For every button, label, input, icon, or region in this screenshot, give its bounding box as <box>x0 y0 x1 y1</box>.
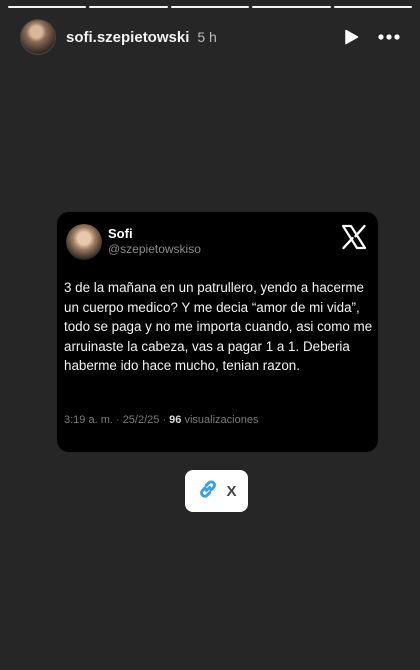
tweet-view-count: 96 <box>169 414 182 426</box>
tweet-author-name: Sofi <box>108 226 133 241</box>
progress-segment <box>8 6 87 8</box>
story-username[interactable]: sofi.szepietowski <box>66 29 189 46</box>
tweet-text: 3 de la mañana en un patrullero, yendo a… <box>64 280 373 374</box>
story-progress-bar <box>8 6 413 8</box>
tweet-views-label: visualizaciones <box>181 414 259 426</box>
play-icon[interactable] <box>336 22 366 52</box>
link-sticker-label: X <box>226 482 237 500</box>
link-icon <box>196 477 220 506</box>
more-icon[interactable] <box>374 22 404 52</box>
link-sticker[interactable]: X <box>185 470 248 512</box>
progress-segment <box>170 6 250 8</box>
progress-segment <box>89 6 168 8</box>
progress-segment <box>252 6 331 8</box>
progress-segment <box>333 6 413 8</box>
tweet-author-handle: @szepietowskiso <box>108 242 201 256</box>
x-logo-icon <box>340 223 368 251</box>
story-time: 5 h <box>197 29 217 45</box>
story-header: sofi.szepietowski 5 h <box>20 18 404 56</box>
profile-avatar[interactable] <box>20 19 56 55</box>
tweet-avatar <box>66 224 102 260</box>
tweet-meta: 3:19 a. m. · 25/2/25 · 96 visualizacione… <box>64 414 258 426</box>
tweet-card[interactable]: Sofi @szepietowskiso 3 de la mañana en u… <box>57 212 378 452</box>
tweet-timestamp: 3:19 a. m. · 25/2/25 · <box>64 414 170 426</box>
